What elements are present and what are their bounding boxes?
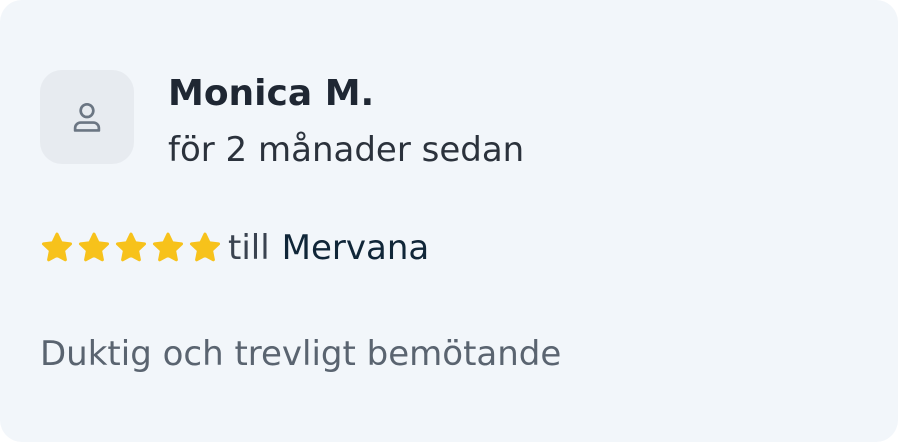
review-card: Monica M. för 2 månader sedan till Merva… bbox=[0, 0, 898, 442]
user-icon bbox=[73, 102, 101, 132]
review-text: Duktig och trevligt bemötande bbox=[40, 334, 562, 374]
reviewer-name: Monica M. bbox=[168, 73, 375, 114]
avatar bbox=[40, 70, 134, 164]
provider-name: Mervana bbox=[281, 228, 430, 268]
rating-till-label: till bbox=[228, 228, 270, 268]
star-rating bbox=[40, 231, 222, 265]
star-icon bbox=[115, 232, 147, 262]
star-icon bbox=[41, 232, 73, 262]
star-icon bbox=[189, 232, 221, 262]
star-icon bbox=[78, 232, 110, 262]
review-timestamp: för 2 månader sedan bbox=[168, 130, 525, 170]
star-icon bbox=[152, 232, 184, 262]
rating-row: till Mervana bbox=[40, 224, 429, 272]
